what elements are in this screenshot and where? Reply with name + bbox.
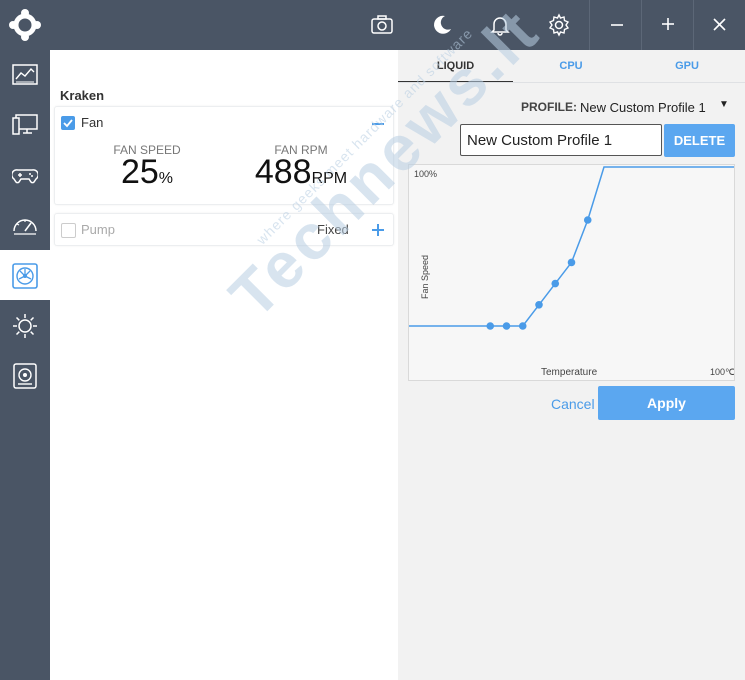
sidebar-item-games[interactable] — [0, 150, 50, 200]
device-title: Kraken — [60, 88, 105, 103]
fan-cooling-icon — [12, 263, 38, 289]
gamepad-icon — [12, 169, 38, 184]
expand-plus-icon[interactable] — [371, 223, 385, 237]
cancel-button[interactable]: Cancel — [551, 396, 595, 412]
profile-label: PROFILE: — [521, 100, 577, 114]
curve-point-6[interactable] — [567, 258, 576, 267]
sidebar-item-pc-monitoring[interactable] — [0, 100, 50, 150]
dropdown-caret-icon: ▼ — [719, 99, 729, 110]
fan-checkbox[interactable] — [61, 116, 75, 130]
fan-curve-line — [409, 166, 734, 327]
profile-name-input[interactable] — [460, 124, 662, 156]
checkmark-icon — [63, 119, 73, 128]
minimize-icon — [611, 24, 623, 26]
sidebar-item-audio[interactable] — [0, 350, 50, 400]
gear-icon[interactable] — [547, 13, 571, 37]
close-icon — [713, 18, 726, 31]
curve-point-7[interactable] — [583, 216, 592, 224]
minimize-button[interactable] — [590, 0, 642, 50]
monitor-icon — [12, 114, 38, 135]
apply-button[interactable]: Apply — [598, 386, 735, 420]
storage-drive-icon — [13, 363, 37, 389]
x-axis-label: Temperature — [541, 367, 598, 378]
curve-point-4[interactable] — [535, 301, 543, 309]
moon-icon[interactable] — [430, 13, 454, 37]
app-logo-icon — [9, 9, 41, 41]
profile-panel: LIQUID CPU GPU PROFILE: New Custom Profi… — [398, 50, 745, 680]
collapse-minus-icon[interactable] — [371, 117, 385, 131]
title-bar — [0, 0, 745, 50]
pump-card: Pump Fixed — [54, 213, 394, 246]
fan-rpm-value: 488RPM — [221, 153, 381, 192]
sun-lighting-icon — [13, 314, 37, 338]
fan-label: Fan — [81, 115, 104, 130]
fan-curve-svg: 100% Fan Speed Temperature 100℃ — [409, 166, 735, 378]
fan-speed-number: 25 — [120, 153, 159, 191]
tab-liquid[interactable]: LIQUID — [398, 50, 513, 83]
sidebar-item-overclocking[interactable] — [0, 200, 50, 250]
y-axis-max-label: 100% — [414, 169, 437, 179]
maximize-button[interactable] — [642, 0, 694, 50]
sidebar-item-cooling[interactable] — [0, 250, 50, 300]
x-axis-max-label: 100℃ — [710, 367, 734, 377]
fan-speed-value: 25% — [67, 153, 227, 192]
fan-rpm-unit: RPM — [311, 170, 348, 187]
curve-point-1[interactable] — [486, 322, 495, 330]
profile-dropdown[interactable]: New Custom Profile 1 ▼ — [580, 99, 730, 115]
pump-mode: Fixed — [317, 222, 349, 237]
pump-label: Pump — [81, 222, 115, 237]
camera-icon[interactable] — [370, 13, 394, 37]
curve-point-5[interactable] — [551, 279, 560, 288]
dashboard-icon — [12, 64, 38, 85]
sidebar-item-dashboard[interactable] — [0, 50, 50, 100]
close-button[interactable] — [694, 0, 745, 50]
fan-card: Fan FAN SPEED 25% FAN RPM 488RPM — [54, 106, 394, 205]
delete-button[interactable]: DELETE — [664, 124, 735, 157]
sidebar — [0, 50, 50, 680]
y-axis-label: Fan Speed — [420, 255, 430, 299]
curve-point-2[interactable] — [502, 322, 511, 330]
tab-divider — [398, 82, 745, 83]
tab-gpu[interactable]: GPU — [629, 50, 745, 82]
profile-selected-value: New Custom Profile 1 — [580, 100, 706, 115]
device-panel: Kraken Fan FAN SPEED 25% FAN RPM 488RPM … — [50, 50, 398, 680]
bell-icon[interactable] — [488, 13, 512, 37]
plus-icon — [662, 18, 674, 30]
fan-speed-unit: % — [158, 170, 174, 187]
fan-rpm-number: 488 — [254, 153, 312, 191]
pump-checkbox[interactable] — [61, 223, 76, 238]
curve-point-3[interactable] — [518, 322, 527, 330]
tab-cpu[interactable]: CPU — [513, 50, 629, 82]
fan-curve-chart[interactable]: 100% Fan Speed Temperature 100℃ — [408, 164, 735, 381]
sidebar-item-lighting[interactable] — [0, 300, 50, 350]
speedometer-icon — [13, 219, 37, 235]
